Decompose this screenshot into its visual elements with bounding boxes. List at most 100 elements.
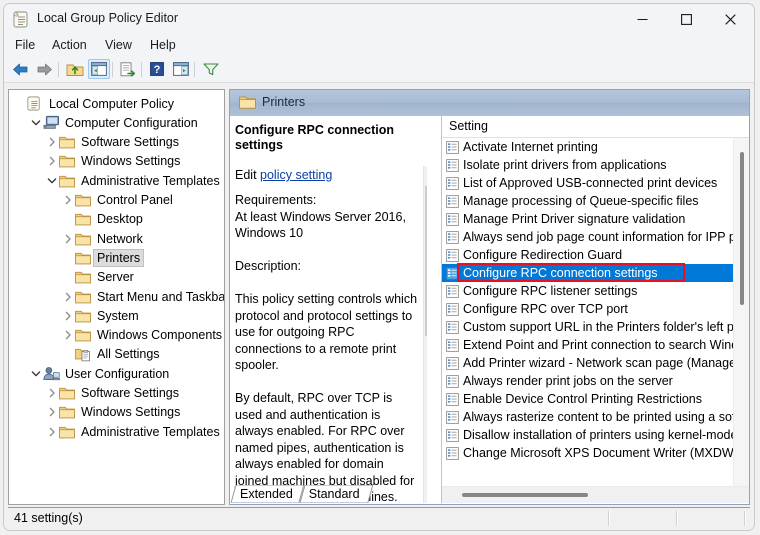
- tree-item-computer-configuration[interactable]: Computer Configuration: [29, 113, 202, 132]
- chevron-right-icon[interactable]: [61, 289, 75, 305]
- setting-row[interactable]: Activate Internet printing: [442, 138, 733, 156]
- chevron-right-icon[interactable]: [45, 134, 59, 150]
- tab-extended[interactable]: Extended: [230, 484, 305, 503]
- setting-row[interactable]: Isolate print drivers from applications: [442, 156, 733, 174]
- list-column-header[interactable]: Setting: [442, 116, 749, 138]
- filter-icon[interactable]: [200, 59, 222, 79]
- setting-row[interactable]: Manage processing of Queue-specific file…: [442, 192, 733, 210]
- setting-row[interactable]: Always rasterize content to be printed u…: [442, 408, 733, 426]
- setting-row[interactable]: Configure RPC connection settings: [442, 263, 733, 282]
- setting-row[interactable]: Extend Point and Print connection to sea…: [442, 336, 733, 354]
- column-setting[interactable]: Setting: [449, 119, 488, 133]
- chevron-down-icon[interactable]: [29, 115, 43, 131]
- show-hide-action-pane-icon[interactable]: [170, 59, 192, 79]
- chevron-right-icon[interactable]: [61, 327, 75, 343]
- policy-setting-icon: [442, 410, 462, 424]
- setting-row[interactable]: Manage Print Driver signature validation: [442, 210, 733, 228]
- help-icon[interactable]: ?: [146, 59, 168, 79]
- policy-setting-icon: [442, 266, 462, 280]
- list-vertical-scrollbar[interactable]: [733, 138, 749, 486]
- menu-view[interactable]: View: [101, 37, 136, 54]
- setting-label: Activate Internet printing: [463, 140, 598, 154]
- chevron-right-icon[interactable]: [45, 385, 59, 401]
- menu-help[interactable]: Help: [146, 37, 180, 54]
- minimize-button[interactable]: [620, 4, 664, 34]
- forward-icon[interactable]: [33, 59, 55, 79]
- tree-item-windows-settings[interactable]: Windows Settings: [45, 403, 184, 422]
- chevron-down-icon[interactable]: [45, 173, 59, 189]
- export-list-icon[interactable]: [117, 59, 139, 79]
- svg-text:?: ?: [154, 64, 161, 76]
- setting-label: Always render print jobs on the server: [463, 374, 673, 388]
- tree-item-control-panel[interactable]: Control Panel: [61, 191, 177, 210]
- tree-item-label: Administrative Templates: [81, 173, 220, 188]
- description-scrollbar[interactable]: [423, 166, 427, 503]
- setting-row[interactable]: Always render print jobs on the server: [442, 372, 733, 390]
- chevron-right-icon[interactable]: [45, 424, 59, 440]
- description-scroll-thumb[interactable]: [425, 186, 427, 336]
- tree-item-label: Computer Configuration: [65, 115, 198, 130]
- edit-policy-row: Edit policy setting: [235, 168, 332, 182]
- tree-item-desktop[interactable]: Desktop: [61, 210, 147, 229]
- chevron-right-icon[interactable]: [61, 192, 75, 208]
- chevron-right-icon[interactable]: [45, 404, 59, 420]
- chevron-down-icon[interactable]: [29, 366, 43, 382]
- setting-row[interactable]: Custom support URL in the Printers folde…: [442, 318, 733, 336]
- chevron-right-icon[interactable]: [61, 308, 75, 324]
- chevron-right-icon[interactable]: [45, 153, 59, 169]
- tree-item-administrative-templates[interactable]: Administrative Templates: [45, 422, 224, 441]
- tree-item-label: Start Menu and Taskbar: [97, 289, 225, 304]
- tree-item-local-computer-policy[interactable]: Local Computer Policy: [13, 94, 178, 113]
- tree-item-windows-settings[interactable]: Windows Settings: [45, 152, 184, 171]
- tree-item-label: Control Panel: [97, 193, 173, 207]
- title-bar: Local Group Policy Editor: [4, 4, 754, 34]
- back-icon[interactable]: [9, 59, 31, 79]
- list-horizontal-thumb[interactable]: [462, 493, 588, 497]
- settings-list-pane[interactable]: Setting Activate Internet printing Isolat…: [441, 116, 749, 503]
- list-horizontal-scrollbar[interactable]: [442, 486, 749, 503]
- tree-item-windows-components[interactable]: Windows Components: [61, 326, 224, 345]
- up-one-level-icon[interactable]: [64, 59, 86, 79]
- settings-rows[interactable]: Activate Internet printing Isolate print …: [442, 138, 733, 486]
- tree-item-system[interactable]: System: [61, 306, 143, 325]
- toolbar: ?: [4, 56, 754, 83]
- setting-row[interactable]: Enable Device Control Printing Restricti…: [442, 390, 733, 408]
- policy-setting-link[interactable]: policy setting: [260, 168, 332, 182]
- setting-row[interactable]: Configure RPC listener settings: [442, 282, 733, 300]
- tree-item-label: Network: [97, 231, 143, 246]
- console-tree[interactable]: Local Computer Policy Computer Configurat…: [8, 89, 225, 505]
- tree-item-software-settings[interactable]: Software Settings: [45, 133, 183, 152]
- menu-file[interactable]: File: [11, 37, 39, 54]
- tree-item-network[interactable]: Network: [61, 229, 147, 248]
- policy-setting-icon: [442, 320, 462, 334]
- tree-item-label: Printers: [93, 248, 145, 267]
- close-button[interactable]: [708, 4, 752, 34]
- menu-action[interactable]: Action: [48, 37, 91, 54]
- toolbar-separator: [112, 62, 113, 77]
- scroll-up-icon[interactable]: [424, 166, 427, 183]
- policy-setting-icon: [442, 356, 462, 370]
- setting-row[interactable]: List of Approved USB-connected print dev…: [442, 174, 733, 192]
- maximize-button[interactable]: [664, 4, 708, 34]
- policy-description-text: Requirements: At least Windows Server 20…: [235, 193, 418, 503]
- tree-item-start-menu-and-taskbar[interactable]: Start Menu and Taskbar: [61, 287, 225, 306]
- show-hide-tree-icon[interactable]: [88, 59, 110, 79]
- setting-row[interactable]: Change Microsoft XPS Document Writer (MX…: [442, 444, 733, 462]
- tree-item-server[interactable]: Server: [61, 268, 138, 287]
- setting-row[interactable]: Configure RPC over TCP port: [442, 300, 733, 318]
- tree-item-printers[interactable]: Printers: [61, 248, 145, 267]
- folder-icon: [75, 211, 93, 227]
- setting-row[interactable]: Disallow installation of printers using …: [442, 426, 733, 444]
- list-vertical-thumb[interactable]: [740, 152, 744, 305]
- policy-setting-icon: [442, 338, 462, 352]
- tree-item-administrative-templates[interactable]: Administrative Templates: [45, 171, 224, 190]
- tree-item-software-settings[interactable]: Software Settings: [45, 384, 183, 403]
- setting-row[interactable]: Configure Redirection Guard: [442, 246, 733, 264]
- tree-item-all-settings[interactable]: All Settings: [61, 345, 164, 364]
- tree-item-user-configuration[interactable]: User Configuration: [29, 364, 173, 383]
- setting-row[interactable]: Always send job page count information f…: [442, 228, 733, 246]
- tab-standard[interactable]: Standard: [299, 484, 374, 503]
- setting-row[interactable]: Add Printer wizard - Network scan page (…: [442, 354, 733, 372]
- chevron-right-icon[interactable]: [61, 231, 75, 247]
